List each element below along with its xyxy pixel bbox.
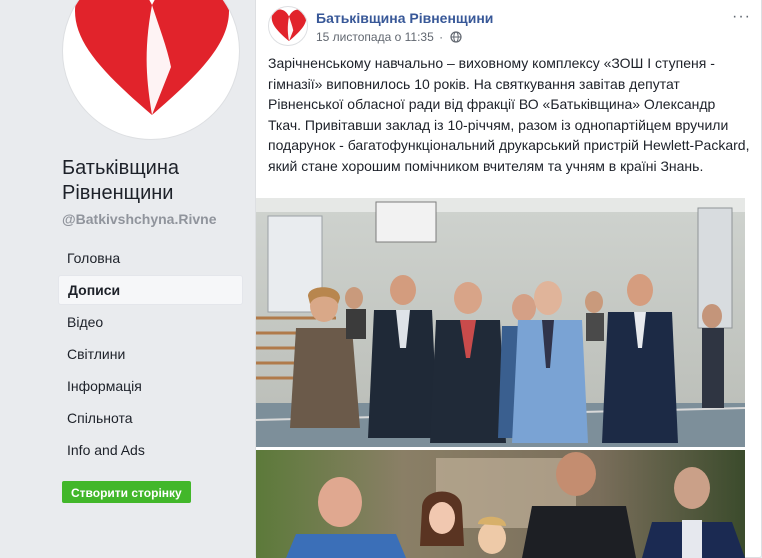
page-title[interactable]: Батьківщина Рівненщини [62,156,242,206]
create-page-button[interactable]: Створити сторінку [62,481,191,503]
post-card: Батьківщина Рівненщини 15 листопада о 11… [255,0,762,558]
heart-logo-icon [75,0,229,115]
page-avatar[interactable] [62,0,240,140]
nav-item-posts[interactable]: Дописи [58,275,243,305]
nav-item-community[interactable]: Спільнота [58,403,243,433]
post-photo[interactable] [256,450,745,558]
post-author-avatar[interactable] [268,6,308,46]
post-options-button[interactable]: ··· [732,8,751,26]
post-timestamp[interactable]: 15 листопада о 11:35 [316,30,434,44]
nav-item-info-and-ads[interactable]: Info and Ads [58,435,243,465]
heart-logo-icon [271,9,307,42]
post-author-name[interactable]: Батьківщина Рівненщини [316,10,493,26]
nav-item-photos[interactable]: Світлини [58,339,243,369]
page-nav: Головна Дописи Відео Світлини Інформація… [58,243,243,467]
page-handle[interactable]: @Batkivshchyna.Rivne [62,211,217,227]
nav-item-videos[interactable]: Відео [58,307,243,337]
page-sidebar: Батьківщина Рівненщини @Batkivshchyna.Ri… [0,0,250,558]
post-photo[interactable] [256,198,745,447]
nav-item-home[interactable]: Головна [58,243,243,273]
nav-item-about[interactable]: Інформація [58,371,243,401]
photo-gym-group-image [256,198,745,447]
post-text: Зарічненському навчально – виховному ком… [268,55,750,174]
photo-stage-scene-image [256,450,745,558]
post-meta: 15 листопада о 11:35 · [316,30,463,44]
meta-separator: · [439,30,444,44]
globe-icon[interactable] [450,31,463,43]
